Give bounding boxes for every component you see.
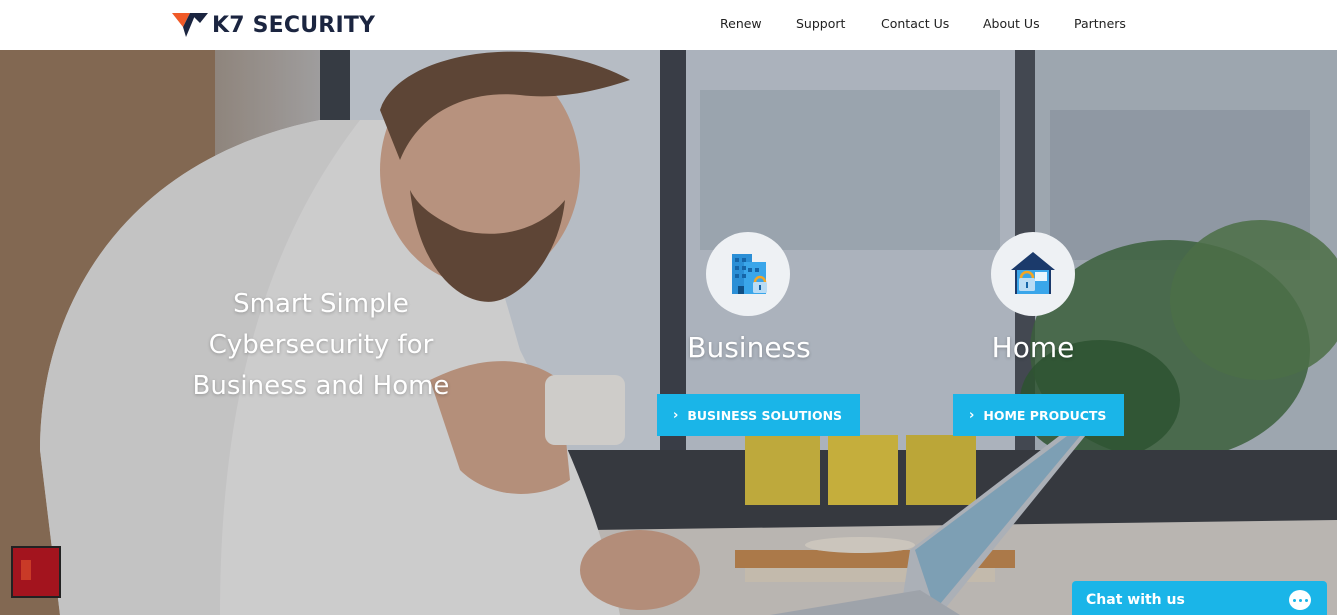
site-header: K7 SECURITY Renew Support Contact Us Abo… xyxy=(0,0,1337,50)
nav-renew[interactable]: Renew xyxy=(720,16,762,31)
chat-widget[interactable]: Chat with us xyxy=(1072,581,1327,615)
brand-name: K7 SECURITY xyxy=(212,12,376,38)
chevron-right-icon: › xyxy=(969,407,975,423)
business-solutions-label: BUSINESS SOLUTIONS xyxy=(687,407,843,423)
nav-partners[interactable]: Partners xyxy=(1074,16,1126,31)
chat-label: Chat with us xyxy=(1086,592,1185,608)
chat-bubble-icon xyxy=(1289,590,1311,610)
k7-logo-mark-icon xyxy=(172,13,208,37)
tagline-line-2: Cybersecurity for xyxy=(208,330,434,360)
home-title: Home xyxy=(991,331,1075,364)
chevron-right-icon: › xyxy=(673,407,679,423)
business-solutions-button[interactable]: › BUSINESS SOLUTIONS xyxy=(657,394,861,436)
nav-about-us[interactable]: About Us xyxy=(983,16,1040,31)
home-products-button[interactable]: › HOME PRODUCTS xyxy=(953,394,1125,436)
office-building-lock-icon xyxy=(732,254,767,294)
business-title: Business xyxy=(687,331,811,364)
home-icon-circle xyxy=(991,232,1075,316)
business-icon-circle xyxy=(706,232,790,316)
nav-contact-us[interactable]: Contact Us xyxy=(881,16,949,31)
hero-tagline: Smart Simple Cybersecurity for Business … xyxy=(160,284,482,407)
tagline-line-3: Business and Home xyxy=(192,371,450,401)
k7-logo[interactable]: K7 SECURITY xyxy=(172,10,375,40)
home-products-label: HOME PRODUCTS xyxy=(983,407,1107,423)
tagline-line-1: Smart Simple xyxy=(233,289,409,319)
floating-badge-widget[interactable] xyxy=(11,546,61,598)
nav-support[interactable]: Support xyxy=(796,16,845,31)
hero-banner: Smart Simple Cybersecurity for Business … xyxy=(0,50,1337,615)
house-lock-icon xyxy=(1011,252,1055,294)
